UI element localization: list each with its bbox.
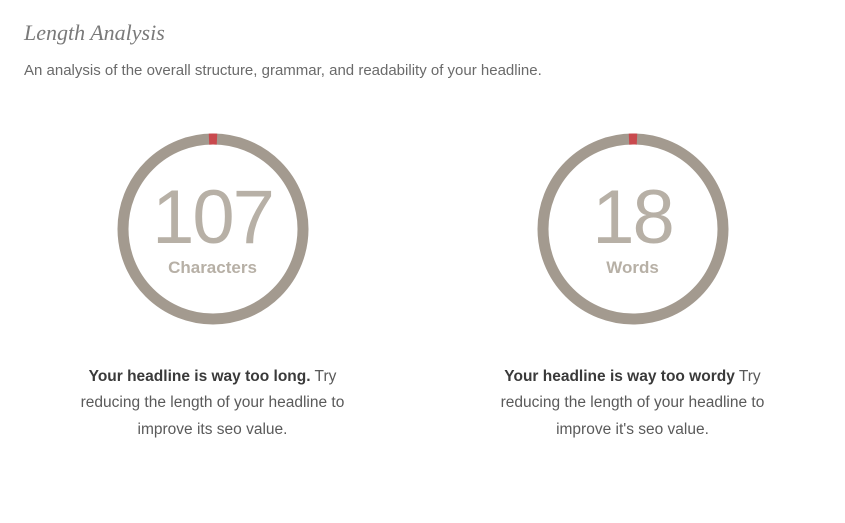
- characters-value: 107: [152, 180, 273, 256]
- characters-gauge: 107 Characters: [113, 129, 313, 329]
- words-desc-strong: Your headline is way too wordy: [504, 368, 735, 385]
- characters-desc-strong: Your headline is way too long.: [89, 368, 311, 385]
- section-description: An analysis of the overall structure, gr…: [24, 62, 821, 79]
- characters-label: Characters: [168, 258, 257, 278]
- characters-metric-card: 107 Characters Your headline is way too …: [63, 129, 363, 443]
- words-gauge: 18 Words: [533, 129, 733, 329]
- words-value: 18: [592, 180, 673, 256]
- section-title: Length Analysis: [24, 20, 821, 46]
- gauge-center: 107 Characters: [113, 129, 313, 329]
- words-description: Your headline is way too wordy Try reduc…: [488, 364, 778, 443]
- gauge-center: 18 Words: [533, 129, 733, 329]
- words-metric-card: 18 Words Your headline is way too wordy …: [483, 129, 783, 443]
- metrics-row: 107 Characters Your headline is way too …: [24, 129, 821, 443]
- words-label: Words: [606, 258, 659, 278]
- characters-description: Your headline is way too long. Try reduc…: [68, 364, 358, 443]
